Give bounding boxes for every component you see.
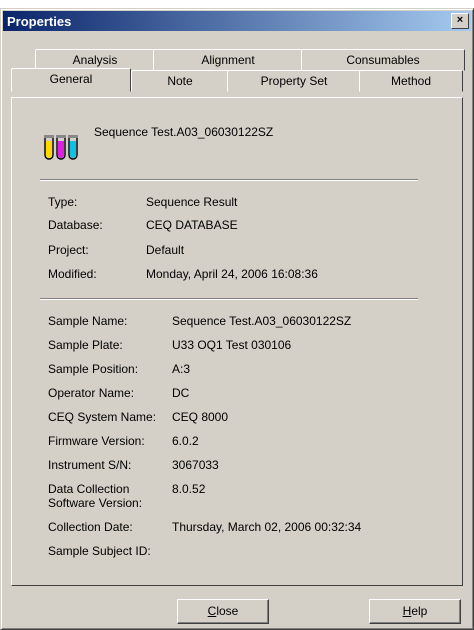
- firmware-version-label: Firmware Version:: [48, 434, 145, 448]
- sample-subject-id-label: Sample Subject ID:: [48, 544, 151, 558]
- software-version-label: Software Version:: [48, 496, 143, 510]
- modified-label: Modified:: [48, 267, 97, 281]
- help-label-rest: elp: [411, 604, 428, 618]
- separator: [40, 179, 418, 181]
- tab-general[interactable]: General: [11, 68, 131, 92]
- tab-property-set[interactable]: Property Set: [227, 70, 361, 92]
- modified-value: Monday, April 24, 2006 16:08:36: [146, 267, 318, 281]
- collection-date-label: Collection Date:: [48, 520, 133, 534]
- tab-consumables[interactable]: Consumables: [301, 49, 465, 71]
- sample-plate-label: Sample Plate:: [48, 338, 123, 352]
- help-button[interactable]: Help: [369, 599, 461, 624]
- sample-name-value: Sequence Test.A03_06030122SZ: [172, 314, 352, 328]
- instrument-sn-value: 3067033: [172, 458, 219, 472]
- collection-date-value: Thursday, March 02, 2006 00:32:34: [172, 520, 362, 534]
- data-collection-label: Data Collection: [48, 482, 130, 496]
- separator: [40, 298, 418, 300]
- operator-name-value: DC: [172, 386, 190, 400]
- ceq-system-name-label: CEQ System Name:: [48, 410, 157, 424]
- close-window-button[interactable]: ×: [451, 13, 469, 29]
- operator-name-label: Operator Name:: [48, 386, 135, 400]
- project-label: Project:: [48, 243, 89, 257]
- instrument-sn-label: Instrument S/N:: [48, 458, 132, 472]
- sample-position-label: Sample Position:: [48, 362, 139, 376]
- type-value: Sequence Result: [146, 195, 238, 209]
- general-panel: Sequence Test.A03_06030122SZ Type: Seque…: [11, 97, 463, 586]
- close-button[interactable]: Close: [177, 599, 269, 624]
- project-value: Default: [146, 243, 185, 257]
- title-bar[interactable]: Properties ×: [3, 11, 471, 31]
- ceq-system-name-value: CEQ 8000: [172, 410, 229, 424]
- tab-method[interactable]: Method: [359, 70, 463, 92]
- firmware-version-value: 6.0.2: [172, 434, 199, 448]
- type-label: Type:: [48, 195, 78, 209]
- tab-alignment[interactable]: Alignment: [153, 49, 303, 71]
- test-tubes-icon: [43, 129, 83, 163]
- tab-note[interactable]: Note: [131, 70, 229, 92]
- sample-plate-value: U33 OQ1 Test 030106: [172, 338, 292, 352]
- window-title: Properties: [7, 14, 72, 29]
- database-value: CEQ DATABASE: [146, 218, 238, 232]
- sequence-name: Sequence Test.A03_06030122SZ: [94, 125, 274, 139]
- close-label-rest: lose: [216, 604, 239, 618]
- software-version-value: 8.0.52: [172, 482, 206, 496]
- properties-window: Properties × Analysis Alignment Consumab…: [0, 8, 474, 630]
- database-label: Database:: [48, 218, 103, 232]
- sample-name-label: Sample Name:: [48, 314, 128, 328]
- sample-position-value: A:3: [172, 362, 191, 376]
